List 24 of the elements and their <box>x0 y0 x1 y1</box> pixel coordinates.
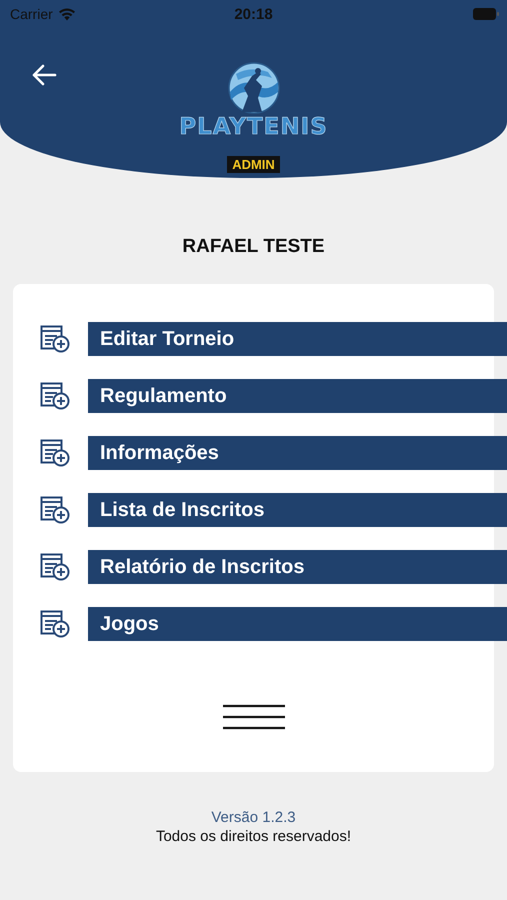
menu-item[interactable]: Relatório de Inscritos <box>88 550 507 584</box>
document-add-icon <box>40 496 70 524</box>
menu-item[interactable]: Informações <box>88 436 507 470</box>
logo-wordmark: PLAYTENIS <box>179 114 328 140</box>
menu-item[interactable]: Editar Torneio <box>88 322 507 356</box>
tennis-player-logo-icon <box>228 62 280 114</box>
version-text: Versão 1.2.3 <box>210 809 297 826</box>
menu-item[interactable]: Lista de Inscritos <box>88 493 507 527</box>
menu-item[interactable]: Jogos <box>88 607 507 641</box>
document-add-icon <box>40 610 70 638</box>
admin-badge: ADMIN <box>227 156 280 173</box>
status-time: 20:18 <box>233 6 274 22</box>
menu-icon[interactable] <box>222 704 284 730</box>
wifi-icon <box>58 8 76 20</box>
document-add-icon <box>40 553 70 581</box>
back-button[interactable] <box>30 62 58 88</box>
document-add-icon <box>40 325 70 353</box>
rights-text: Todos os direitos reservados! <box>154 828 352 845</box>
battery-icon <box>473 8 499 20</box>
document-add-icon <box>40 439 70 467</box>
menu-item[interactable]: Regulamento <box>88 379 507 413</box>
user-name: RAFAEL TESTE <box>181 236 326 258</box>
document-add-icon <box>40 382 70 410</box>
carrier-name: Carrier <box>10 6 53 22</box>
